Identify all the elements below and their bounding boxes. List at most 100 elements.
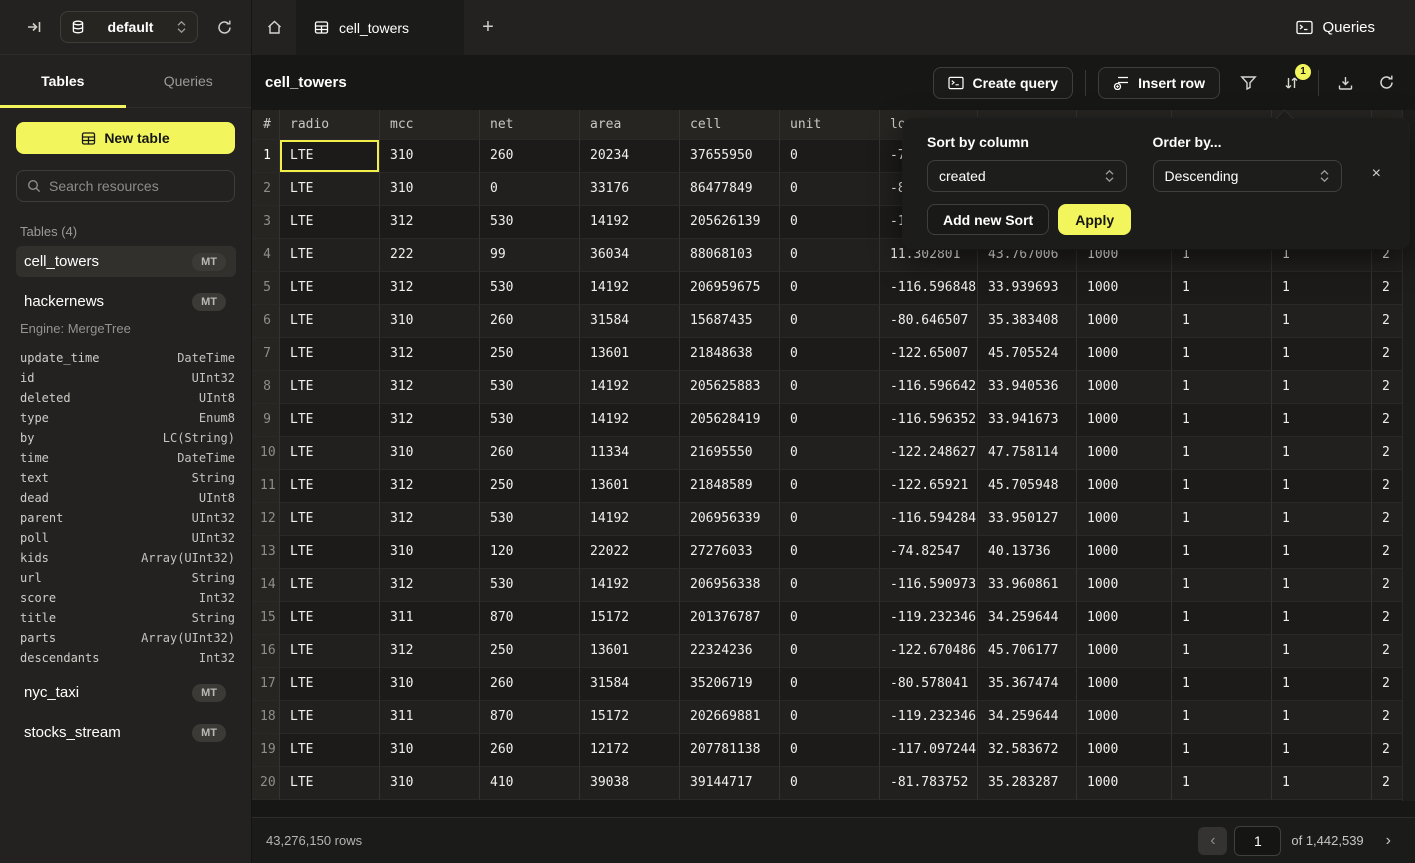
grid-cell[interactable]: 0 <box>780 503 880 536</box>
page-number-input[interactable] <box>1234 826 1281 856</box>
grid-cell[interactable]: LTE <box>280 767 380 800</box>
grid-cell[interactable]: 1000 <box>1077 272 1172 305</box>
grid-cell[interactable]: 22324236 <box>680 635 780 668</box>
database-selector[interactable]: default <box>60 11 198 43</box>
grid-cell[interactable]: 35.283287 <box>978 767 1077 800</box>
grid-cell[interactable]: -122.670486 <box>880 635 978 668</box>
grid-cell[interactable]: LTE <box>280 140 380 173</box>
grid-cell[interactable]: 312 <box>380 470 480 503</box>
grid-cell[interactable]: -116.596848 <box>880 272 978 305</box>
grid-cell[interactable]: 205625883 <box>680 371 780 404</box>
grid-cell[interactable]: 530 <box>480 503 580 536</box>
grid-cell[interactable]: 14192 <box>580 272 680 305</box>
grid-cell[interactable]: 1000 <box>1077 404 1172 437</box>
grid-cell[interactable]: 0 <box>780 569 880 602</box>
grid-cell[interactable]: 21848589 <box>680 470 780 503</box>
grid-cell[interactable]: LTE <box>280 635 380 668</box>
grid-cell[interactable]: 0 <box>780 338 880 371</box>
grid-cell[interactable]: 33.940536 <box>978 371 1077 404</box>
grid-cell[interactable]: 312 <box>380 338 480 371</box>
grid-cell[interactable]: LTE <box>280 470 380 503</box>
grid-cell[interactable]: LTE <box>280 536 380 569</box>
grid-cell[interactable]: 0 <box>780 140 880 173</box>
grid-cell[interactable]: 27276033 <box>680 536 780 569</box>
grid-cell[interactable]: 1 <box>1272 404 1372 437</box>
grid-cell[interactable]: 1000 <box>1077 338 1172 371</box>
grid-cell[interactable]: 0 <box>780 668 880 701</box>
grid-cell[interactable]: 1 <box>1272 635 1372 668</box>
grid-cell[interactable]: 202669881 <box>680 701 780 734</box>
grid-cell[interactable]: -119.232346 <box>880 602 978 635</box>
grid-cell[interactable]: 1 <box>1172 602 1272 635</box>
add-new-sort-button[interactable]: Add new Sort <box>927 204 1049 235</box>
grid-cell[interactable]: LTE <box>280 206 380 239</box>
grid-cell[interactable]: 120 <box>480 536 580 569</box>
grid-cell[interactable]: -119.232346 <box>880 701 978 734</box>
new-table-button[interactable]: New table <box>16 122 235 154</box>
grid-cell[interactable]: 1000 <box>1077 503 1172 536</box>
grid-cell[interactable]: 20234 <box>580 140 680 173</box>
grid-cell[interactable]: 1 <box>1272 701 1372 734</box>
grid-cell[interactable]: 14192 <box>580 404 680 437</box>
grid-cell[interactable]: 1 <box>1272 569 1372 602</box>
search-input[interactable] <box>49 178 224 194</box>
grid-cell[interactable]: 0 <box>780 437 880 470</box>
grid-cell[interactable]: 1000 <box>1077 569 1172 602</box>
grid-cell[interactable]: LTE <box>280 701 380 734</box>
grid-cell[interactable]: 530 <box>480 569 580 602</box>
grid-cell[interactable]: 1 <box>1172 371 1272 404</box>
grid-cell[interactable]: 1000 <box>1077 668 1172 701</box>
grid-cell[interactable]: -122.65007 <box>880 338 978 371</box>
grid-cell[interactable]: 870 <box>480 602 580 635</box>
grid-cell[interactable]: 310 <box>380 668 480 701</box>
grid-cell[interactable]: 45.705948 <box>978 470 1077 503</box>
column-header-cell[interactable]: cell <box>680 110 780 140</box>
sidebar-tab-queries[interactable]: Queries <box>126 55 252 107</box>
grid-cell[interactable]: LTE <box>280 668 380 701</box>
grid-cell[interactable]: 0 <box>480 173 580 206</box>
grid-cell[interactable]: 1 <box>1272 338 1372 371</box>
grid-cell[interactable]: 1000 <box>1077 371 1172 404</box>
grid-cell[interactable]: 250 <box>480 635 580 668</box>
grid-cell[interactable]: 311 <box>380 701 480 734</box>
grid-cell[interactable]: 530 <box>480 371 580 404</box>
grid-cell[interactable]: 260 <box>480 734 580 767</box>
grid-cell[interactable]: 250 <box>480 338 580 371</box>
grid-cell[interactable]: 1 <box>1272 470 1372 503</box>
grid-cell[interactable]: 205628419 <box>680 404 780 437</box>
grid-cell[interactable]: 206956338 <box>680 569 780 602</box>
grid-cell[interactable]: 39038 <box>580 767 680 800</box>
grid-cell[interactable]: 1 <box>1172 338 1272 371</box>
prev-page-button[interactable]: ‹ <box>1198 827 1227 855</box>
grid-cell[interactable]: 410 <box>480 767 580 800</box>
grid-cell[interactable]: 37655950 <box>680 140 780 173</box>
grid-cell[interactable]: 35.383408 <box>978 305 1077 338</box>
grid-cell[interactable]: 1000 <box>1077 734 1172 767</box>
column-header-area[interactable]: area <box>580 110 680 140</box>
grid-cell[interactable]: 206959675 <box>680 272 780 305</box>
grid-cell[interactable]: 35.367474 <box>978 668 1077 701</box>
grid-cell[interactable]: 205626139 <box>680 206 780 239</box>
column-header-net[interactable]: net <box>480 110 580 140</box>
grid-cell[interactable]: 33176 <box>580 173 680 206</box>
grid-cell[interactable]: 13601 <box>580 470 680 503</box>
grid-cell[interactable]: 201376787 <box>680 602 780 635</box>
grid-cell[interactable]: 530 <box>480 206 580 239</box>
grid-cell[interactable]: 86477849 <box>680 173 780 206</box>
grid-cell[interactable]: 40.13736 <box>978 536 1077 569</box>
collapse-sidebar-button[interactable] <box>22 15 46 39</box>
grid-cell[interactable]: -116.596642 <box>880 371 978 404</box>
grid-cell[interactable]: 14192 <box>580 569 680 602</box>
grid-cell[interactable]: 1 <box>1272 767 1372 800</box>
sort-column-select[interactable]: created <box>927 160 1127 192</box>
grid-cell[interactable]: 1 <box>1172 470 1272 503</box>
grid-cell[interactable]: 0 <box>780 602 880 635</box>
grid-cell[interactable]: -122.248627 <box>880 437 978 470</box>
grid-cell[interactable]: LTE <box>280 173 380 206</box>
grid-cell[interactable]: 34.259644 <box>978 701 1077 734</box>
grid-cell[interactable]: 11334 <box>580 437 680 470</box>
grid-cell[interactable]: 15687435 <box>680 305 780 338</box>
sort-order-select[interactable]: Descending <box>1153 160 1342 192</box>
grid-cell[interactable]: 1000 <box>1077 635 1172 668</box>
grid-cell[interactable]: 45.706177 <box>978 635 1077 668</box>
